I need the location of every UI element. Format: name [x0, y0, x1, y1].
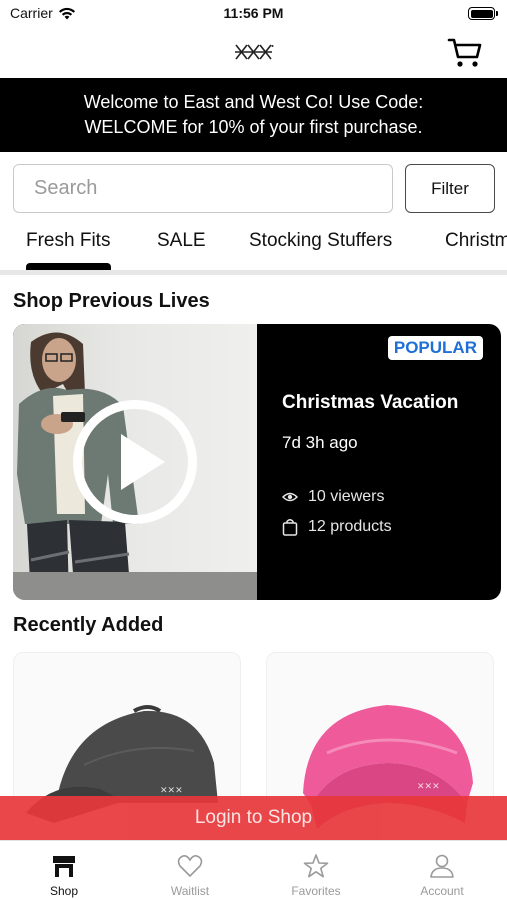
live-show-card[interactable]: POPULAR Christmas Vacation 7d 3h ago 10 … — [13, 324, 501, 600]
battery-icon — [468, 7, 498, 20]
tab-christmas[interactable]: Christm — [445, 230, 507, 252]
previous-lives-title: Shop Previous Lives — [13, 290, 210, 312]
tab-account[interactable]: Account — [379, 841, 505, 900]
floor-shadow — [13, 572, 257, 600]
tab-waitlist-label: Waitlist — [170, 884, 210, 898]
eye-icon — [282, 492, 298, 502]
tab-sale[interactable]: SALE — [157, 230, 206, 252]
live-show-title: Christmas Vacation — [282, 392, 459, 413]
filter-button[interactable]: Filter — [405, 164, 495, 213]
tab-shop[interactable]: Shop — [1, 841, 127, 900]
svg-text:✕✕✕: ✕✕✕ — [160, 786, 183, 796]
shop-icon — [53, 856, 75, 877]
promo-line-1: Welcome to East and West Co! Use Code: — [83, 92, 424, 112]
account-icon — [430, 854, 454, 878]
tab-account-label: Account — [420, 884, 464, 898]
promo-line-2: WELCOME for 10% of your first purchase. — [84, 117, 423, 137]
products-count: 12 products — [308, 518, 392, 535]
heart-icon — [177, 855, 203, 878]
tabs-divider — [0, 270, 507, 275]
search-input[interactable] — [13, 164, 393, 213]
search-row: Filter — [13, 164, 495, 214]
shopping-bag-icon — [282, 519, 298, 536]
category-tabs: Fresh Fits SALE Stocking Stuffers Christ… — [0, 222, 507, 274]
live-video-thumbnail[interactable] — [13, 324, 257, 600]
svg-text:✕✕✕: ✕✕✕ — [417, 782, 440, 792]
live-show-info: POPULAR Christmas Vacation 7d 3h ago 10 … — [257, 324, 501, 600]
tab-stocking-stuffers[interactable]: Stocking Stuffers — [249, 230, 392, 252]
tab-shop-label: Shop — [49, 884, 79, 898]
star-icon — [303, 854, 329, 878]
viewers-count: 10 viewers — [308, 488, 385, 505]
products-stat: 12 products — [282, 518, 392, 536]
recently-added-title: Recently Added — [13, 614, 164, 636]
tab-waitlist[interactable]: Waitlist — [127, 841, 253, 900]
app-header — [0, 30, 507, 78]
brand-logo-icon[interactable] — [234, 40, 274, 64]
popular-badge: POPULAR — [387, 336, 483, 360]
status-time: 11:56 PM — [223, 5, 284, 21]
status-bar: Carrier 11:56 PM — [0, 0, 507, 30]
live-show-time-ago: 7d 3h ago — [282, 433, 358, 452]
tab-fresh-fits[interactable]: Fresh Fits — [26, 230, 110, 252]
play-button-icon[interactable] — [73, 400, 197, 524]
bottom-tab-bar: Shop Waitlist Favorites Account — [0, 840, 507, 900]
tab-favorites-label: Favorites — [291, 884, 341, 898]
cart-icon[interactable] — [447, 36, 483, 70]
promo-banner: Welcome to East and West Co! Use Code: W… — [0, 78, 507, 152]
login-to-shop-button[interactable]: Login to Shop — [0, 796, 507, 840]
viewers-stat: 10 viewers — [282, 488, 384, 506]
tab-favorites[interactable]: Favorites — [253, 841, 379, 900]
